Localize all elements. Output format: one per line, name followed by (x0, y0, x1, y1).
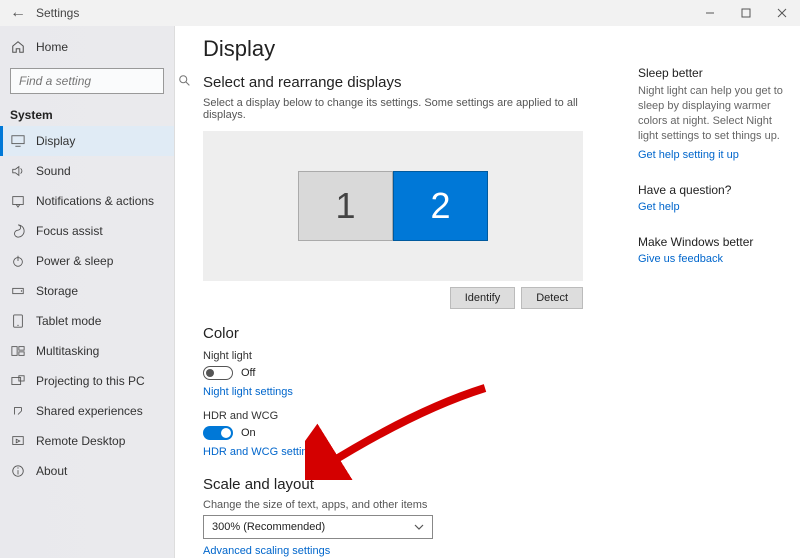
question-heading: Have a question? (638, 183, 784, 197)
hdr-settings-link[interactable]: HDR and WCG settings (203, 446, 610, 458)
multitasking-icon (10, 343, 26, 359)
sidebar-item-focus-assist[interactable]: Focus assist (0, 216, 174, 246)
titlebar: ← Settings (0, 0, 800, 26)
get-help-link[interactable]: Get help (638, 201, 784, 213)
rearrange-desc: Select a display below to change its set… (203, 97, 610, 121)
minimize-button[interactable] (692, 0, 728, 26)
sound-icon (10, 163, 26, 179)
feedback-heading: Make Windows better (638, 235, 784, 249)
monitor-2[interactable]: 2 (393, 171, 488, 241)
sidebar-item-storage[interactable]: Storage (0, 276, 174, 306)
sidebar-item-label: Projecting to this PC (36, 374, 145, 388)
sidebar-item-label: Home (36, 40, 68, 54)
sidebar-item-notifications[interactable]: Notifications & actions (0, 186, 174, 216)
identify-button[interactable]: Identify (450, 287, 515, 309)
content: Display Select and rearrange displays Se… (175, 26, 800, 558)
display-buttons: Identify Detect (203, 287, 583, 309)
sidebar-item-label: About (36, 464, 67, 478)
rearrange-heading: Select and rearrange displays (203, 74, 610, 91)
night-light-toggle[interactable]: Off (203, 366, 610, 380)
sidebar-item-tablet[interactable]: Tablet mode (0, 306, 174, 336)
monitor-1[interactable]: 1 (298, 171, 393, 241)
sidebar-item-label: Notifications & actions (36, 194, 154, 208)
sidebar-category: System (0, 104, 174, 126)
detect-button[interactable]: Detect (521, 287, 583, 309)
night-light-label: Night light (203, 350, 610, 362)
maximize-button[interactable] (728, 0, 764, 26)
sidebar-item-label: Power & sleep (36, 254, 113, 268)
sidebar-item-display[interactable]: Display (0, 126, 174, 156)
sidebar-item-about[interactable]: About (0, 456, 174, 486)
hdr-label: HDR and WCG (203, 410, 610, 422)
sidebar-item-multitasking[interactable]: Multitasking (0, 336, 174, 366)
sidebar-item-label: Remote Desktop (36, 434, 125, 448)
close-button[interactable] (764, 0, 800, 26)
search-input[interactable] (10, 68, 164, 94)
sleep-better-heading: Sleep better (638, 66, 784, 80)
main: Home System Display Sound Notifications … (0, 26, 800, 558)
home-icon (10, 39, 26, 55)
sidebar-item-sound[interactable]: Sound (0, 156, 174, 186)
window-title: Settings (36, 6, 79, 20)
toggle-state: On (241, 427, 256, 439)
page-title: Display (203, 36, 610, 62)
sidebar-item-label: Storage (36, 284, 78, 298)
sidebar-item-label: Focus assist (36, 224, 103, 238)
sidebar-item-projecting[interactable]: Projecting to this PC (0, 366, 174, 396)
sleep-better-link[interactable]: Get help setting it up (638, 149, 784, 161)
window-controls (692, 0, 800, 26)
scale-desc: Change the size of text, apps, and other… (203, 499, 610, 511)
search-field[interactable] (17, 73, 178, 89)
sidebar-item-label: Multitasking (36, 344, 99, 358)
scale-dropdown[interactable]: 300% (Recommended) (203, 515, 433, 539)
toggle-state: Off (241, 367, 255, 379)
monitor-icon (10, 133, 26, 149)
advanced-scaling-link[interactable]: Advanced scaling settings (203, 545, 610, 557)
sidebar-item-shared-exp[interactable]: Shared experiences (0, 396, 174, 426)
focus-icon (10, 223, 26, 239)
night-light-settings-link[interactable]: Night light settings (203, 386, 610, 398)
sidebar-item-remote-desktop[interactable]: Remote Desktop (0, 426, 174, 456)
remote-icon (10, 433, 26, 449)
sleep-better-body: Night light can help you get to sleep by… (638, 84, 784, 143)
sidebar-item-label: Display (36, 134, 75, 148)
projecting-icon (10, 373, 26, 389)
sidebar-home[interactable]: Home (0, 32, 174, 62)
back-icon[interactable]: ← (10, 4, 26, 22)
sidebar-item-label: Tablet mode (36, 314, 101, 328)
display-arrangement[interactable]: 1 2 (203, 131, 583, 281)
question-section: Have a question? Get help (638, 183, 784, 213)
notifications-icon (10, 193, 26, 209)
sidebar: Home System Display Sound Notifications … (0, 26, 175, 558)
color-heading: Color (203, 325, 610, 342)
feedback-link[interactable]: Give us feedback (638, 253, 784, 265)
feedback-section: Make Windows better Give us feedback (638, 235, 784, 265)
sidebar-item-power[interactable]: Power & sleep (0, 246, 174, 276)
chevron-down-icon (414, 522, 424, 532)
sidebar-item-label: Shared experiences (36, 404, 143, 418)
about-icon (10, 463, 26, 479)
storage-icon (10, 283, 26, 299)
right-column: Sleep better Night light can help you ge… (630, 26, 800, 558)
hdr-toggle[interactable]: On (203, 426, 610, 440)
tablet-icon (10, 313, 26, 329)
power-icon (10, 253, 26, 269)
sidebar-item-label: Sound (36, 164, 71, 178)
shared-icon (10, 403, 26, 419)
page: Display Select and rearrange displays Se… (175, 26, 630, 558)
sleep-better-section: Sleep better Night light can help you ge… (638, 66, 784, 161)
scale-heading: Scale and layout (203, 476, 610, 493)
scale-value: 300% (Recommended) (212, 521, 325, 533)
